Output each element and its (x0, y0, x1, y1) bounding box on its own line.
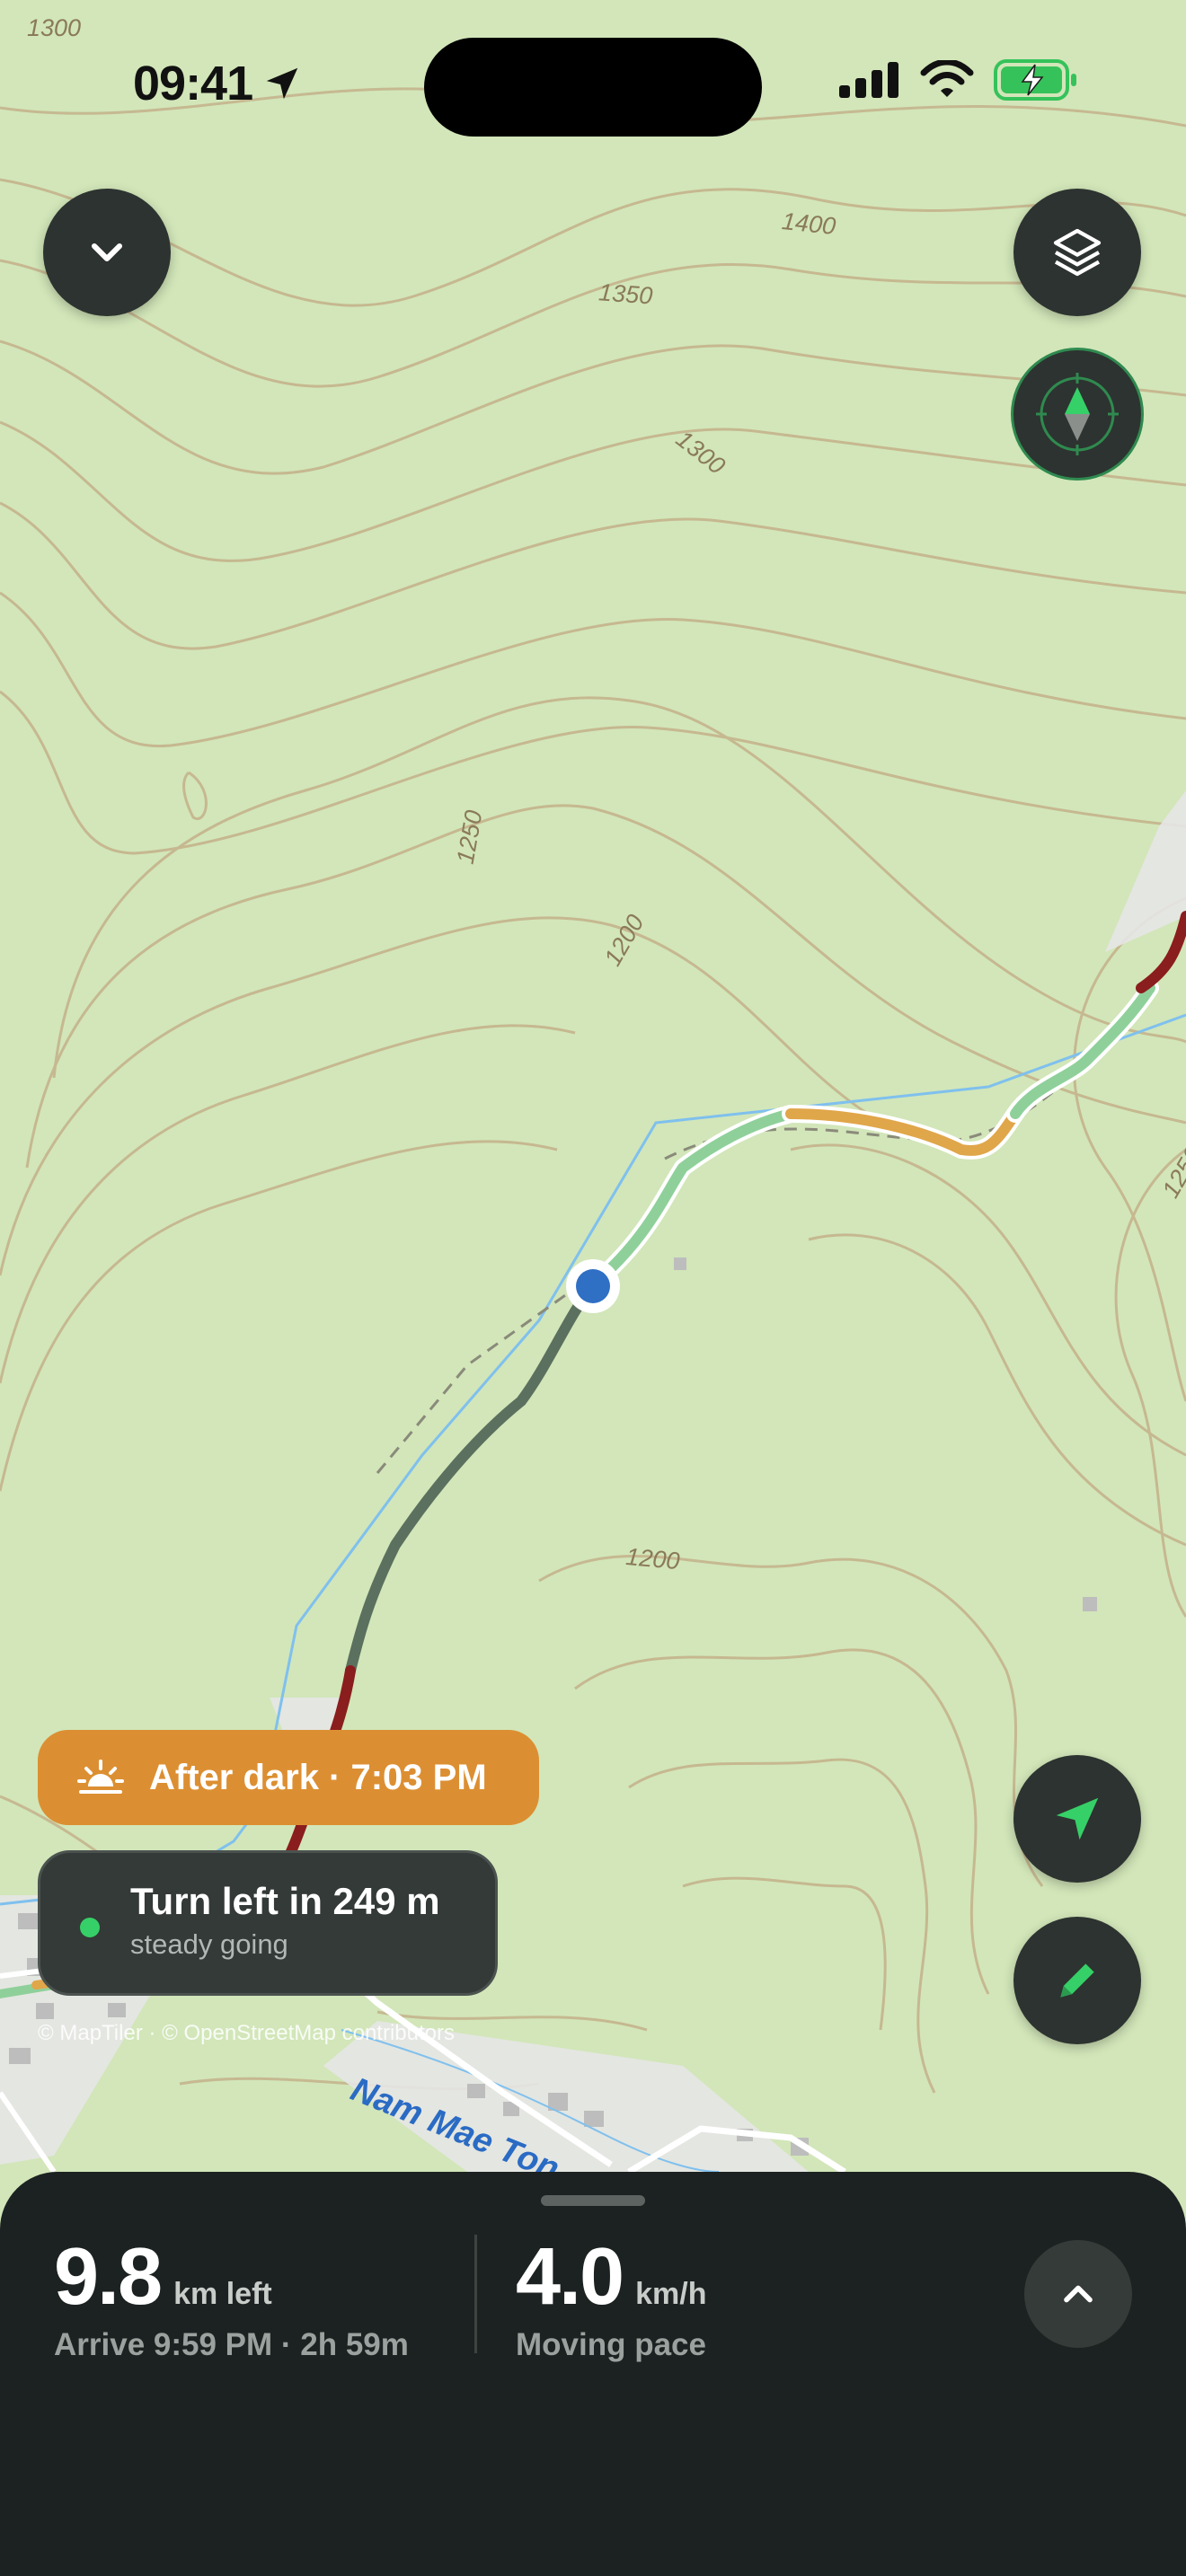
contour-label: 1200 (624, 1543, 680, 1575)
map-attribution[interactable]: © MapTiler · © OpenStreetMap contributor… (38, 2021, 455, 2046)
expand-sheet-button[interactable] (1024, 2240, 1132, 2348)
location-services-icon (266, 67, 298, 100)
contour-label: 1400 (781, 207, 837, 240)
pace-status: steady going (130, 1928, 288, 1960)
after-dark-label: After dark · 7:03 PM (149, 1757, 487, 1797)
dynamic-island (424, 38, 762, 137)
contour-label: 1300 (27, 14, 81, 41)
distance-stat: 9.8 km left Arrive 9:59 PM · 2h 59m (54, 2231, 409, 2363)
sunset-icon (77, 1760, 124, 1794)
layers-icon (1053, 228, 1102, 277)
clock: 09:41 (133, 57, 253, 110)
contour-label: 1350 (597, 278, 653, 309)
edit-route-button[interactable] (1013, 1917, 1141, 2044)
pace-label: Moving pace (516, 2327, 706, 2362)
location-arrow-icon (1056, 1797, 1099, 1840)
distance-value: 9.8 (54, 2232, 163, 2322)
compass-icon (1036, 373, 1119, 455)
turn-instruction: Turn left in 249 m (130, 1880, 440, 1922)
chevron-up-icon (1064, 2285, 1093, 2303)
pace-unit: km/h (635, 2277, 707, 2311)
pencil-icon (1060, 1963, 1094, 1998)
status-dot (80, 1918, 100, 1937)
battery-charging-icon (994, 59, 1076, 101)
map-layers-button[interactable] (1013, 189, 1141, 316)
recenter-button[interactable] (1013, 1755, 1141, 1883)
pace-stat: 4.0 km/h Moving pace (516, 2231, 706, 2363)
after-dark-banner[interactable]: After dark · 7:03 PM (38, 1730, 539, 1825)
arrival-estimate: Arrive 9:59 PM · 2h 59m (54, 2327, 409, 2362)
status-icons (839, 59, 1078, 101)
stat-divider (474, 2235, 477, 2353)
distance-unit: km left (173, 2277, 272, 2311)
sheet-grabber[interactable] (541, 2195, 645, 2206)
chevron-down-icon (91, 243, 123, 262)
cellular-signal-icon (839, 62, 898, 98)
compass-button[interactable] (1013, 350, 1141, 478)
status-bar-time: 09:41 (133, 56, 303, 111)
wifi-icon (920, 60, 974, 97)
collapse-button[interactable] (43, 189, 171, 316)
trip-summary-sheet[interactable]: 9.8 km left Arrive 9:59 PM · 2h 59m 4.0 km… (0, 2172, 1186, 2576)
pace-value: 4.0 (516, 2232, 624, 2322)
turn-instruction-card[interactable]: Turn left in 249 m steady going (38, 1850, 498, 1996)
